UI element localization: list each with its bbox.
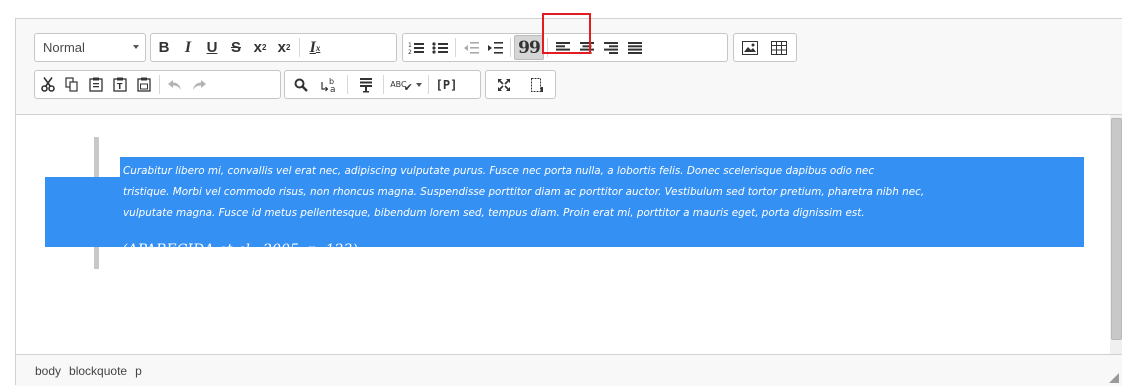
subscript-mark: 2 <box>261 43 267 52</box>
underline-button[interactable]: U <box>200 35 224 60</box>
undo-icon <box>168 79 181 90</box>
table-icon <box>770 40 787 55</box>
blockquote-paragraph[interactable]: Curabitur libero mi, convallis vel erat … <box>123 161 1078 224</box>
select-all-button[interactable] <box>351 72 380 97</box>
outdent-icon <box>464 41 479 54</box>
chevron-down-icon <box>133 45 139 49</box>
paste-from-word-button[interactable] <box>132 72 156 97</box>
paste-word-icon <box>137 77 151 92</box>
quote-line: tristique. Morbi vel commodo risus, non … <box>123 186 925 198</box>
numbered-list-icon: 12 <box>408 42 424 55</box>
toolbar: Normal B I U S x2 x2 Ix 12 99 T b a ABC … <box>16 13 1122 114</box>
path-item-blockquote[interactable]: blockquote <box>69 364 127 378</box>
spellcheck-check-icon: ✔ <box>403 82 413 94</box>
insert-group <box>733 33 797 62</box>
subscript-base: x <box>253 39 262 56</box>
numbered-list-button[interactable]: 12 <box>404 35 428 60</box>
align-center-button[interactable] <box>575 35 599 60</box>
search-icon <box>294 78 308 92</box>
bulleted-list-icon <box>432 41 448 54</box>
separator <box>299 38 300 57</box>
rich-text-editor: Normal B I U S x2 x2 Ix 12 99 T b a ABC … <box>15 13 1122 386</box>
editing-group: ba ABC ✔ [P] <box>284 70 481 99</box>
image-button[interactable] <box>735 35 764 60</box>
cut-button[interactable] <box>36 72 60 97</box>
bulleted-list-button[interactable] <box>428 35 452 60</box>
align-right-icon <box>604 41 618 54</box>
paste-text-icon: T <box>113 77 127 92</box>
italic-button[interactable]: I <box>176 35 200 60</box>
select-all-icon <box>359 77 372 92</box>
format-select-value: Normal <box>43 40 85 55</box>
separator <box>383 75 384 94</box>
svg-text:2: 2 <box>408 49 412 55</box>
decrease-indent-button[interactable] <box>459 35 483 60</box>
quote-line: Curabitur libero mi, convallis vel erat … <box>123 165 875 177</box>
undo-button[interactable] <box>163 72 187 97</box>
paste-text-button[interactable]: T <box>108 72 132 97</box>
show-blocks-button[interactable] <box>520 72 553 97</box>
separator <box>159 75 160 94</box>
citation-text: (APARECIDA et al., 2005, p. 123) <box>122 242 358 258</box>
editor-content-area[interactable]: Curabitur libero mi, convallis vel erat … <box>16 114 1110 354</box>
blockquote-button[interactable]: 99 <box>514 35 544 60</box>
align-left-icon <box>556 41 570 54</box>
align-right-button[interactable] <box>599 35 623 60</box>
svg-text:T: T <box>117 82 123 91</box>
paste-button[interactable] <box>84 72 108 97</box>
show-blocks-icon <box>530 77 543 92</box>
indent-icon <box>488 41 503 54</box>
redo-icon <box>193 79 206 90</box>
paragraph-group: 12 99 <box>402 33 728 62</box>
remove-format-button[interactable]: Ix <box>303 35 327 60</box>
bold-button[interactable]: B <box>152 35 176 60</box>
remove-format-mark: x <box>315 42 321 53</box>
superscript-mark: 2 <box>285 43 291 52</box>
table-button[interactable] <box>764 35 793 60</box>
maximize-button[interactable] <box>487 72 520 97</box>
strikethrough-button[interactable]: S <box>224 35 248 60</box>
separator <box>510 38 511 57</box>
scissors-icon <box>41 77 55 92</box>
separator <box>547 38 548 57</box>
svg-text:a: a <box>330 85 336 93</box>
align-left-button[interactable] <box>551 35 575 60</box>
scrollbar-thumb[interactable] <box>1111 118 1122 340</box>
justify-icon <box>628 41 642 54</box>
resize-handle-icon[interactable] <box>1109 373 1119 383</box>
basic-styles-group: B I U S x2 x2 Ix <box>150 33 397 62</box>
element-path-bar: body blockquote p <box>16 354 1122 386</box>
replace-button[interactable]: ba <box>315 72 344 97</box>
paste-icon <box>89 77 103 92</box>
separator <box>455 38 456 57</box>
align-center-icon <box>580 41 594 54</box>
spellcheck-button[interactable]: ABC ✔ <box>387 72 425 97</box>
copy-icon <box>65 77 78 92</box>
path-item-p[interactable]: p <box>135 364 142 378</box>
template-button[interactable]: [P] <box>432 72 461 97</box>
superscript-base: x <box>277 39 286 56</box>
clipboard-group: T <box>34 70 281 99</box>
replace-icon: ba <box>320 77 336 93</box>
chevron-down-icon <box>415 82 422 87</box>
copy-button[interactable] <box>60 72 84 97</box>
vertical-scrollbar[interactable] <box>1110 114 1122 354</box>
superscript-button[interactable]: x2 <box>272 35 296 60</box>
separator <box>347 75 348 94</box>
svg-text:1: 1 <box>408 42 412 49</box>
tools-group <box>485 70 556 99</box>
redo-button[interactable] <box>187 72 211 97</box>
increase-indent-button[interactable] <box>483 35 507 60</box>
justify-button[interactable] <box>623 35 647 60</box>
image-icon <box>741 40 758 55</box>
find-button[interactable] <box>286 72 315 97</box>
path-item-body[interactable]: body <box>35 364 61 378</box>
subscript-button[interactable]: x2 <box>248 35 272 60</box>
separator <box>428 75 429 94</box>
maximize-icon <box>497 78 510 91</box>
format-select[interactable]: Normal <box>34 33 146 62</box>
quote-line: vulputate magna. Fusce id metus pellente… <box>123 207 865 219</box>
